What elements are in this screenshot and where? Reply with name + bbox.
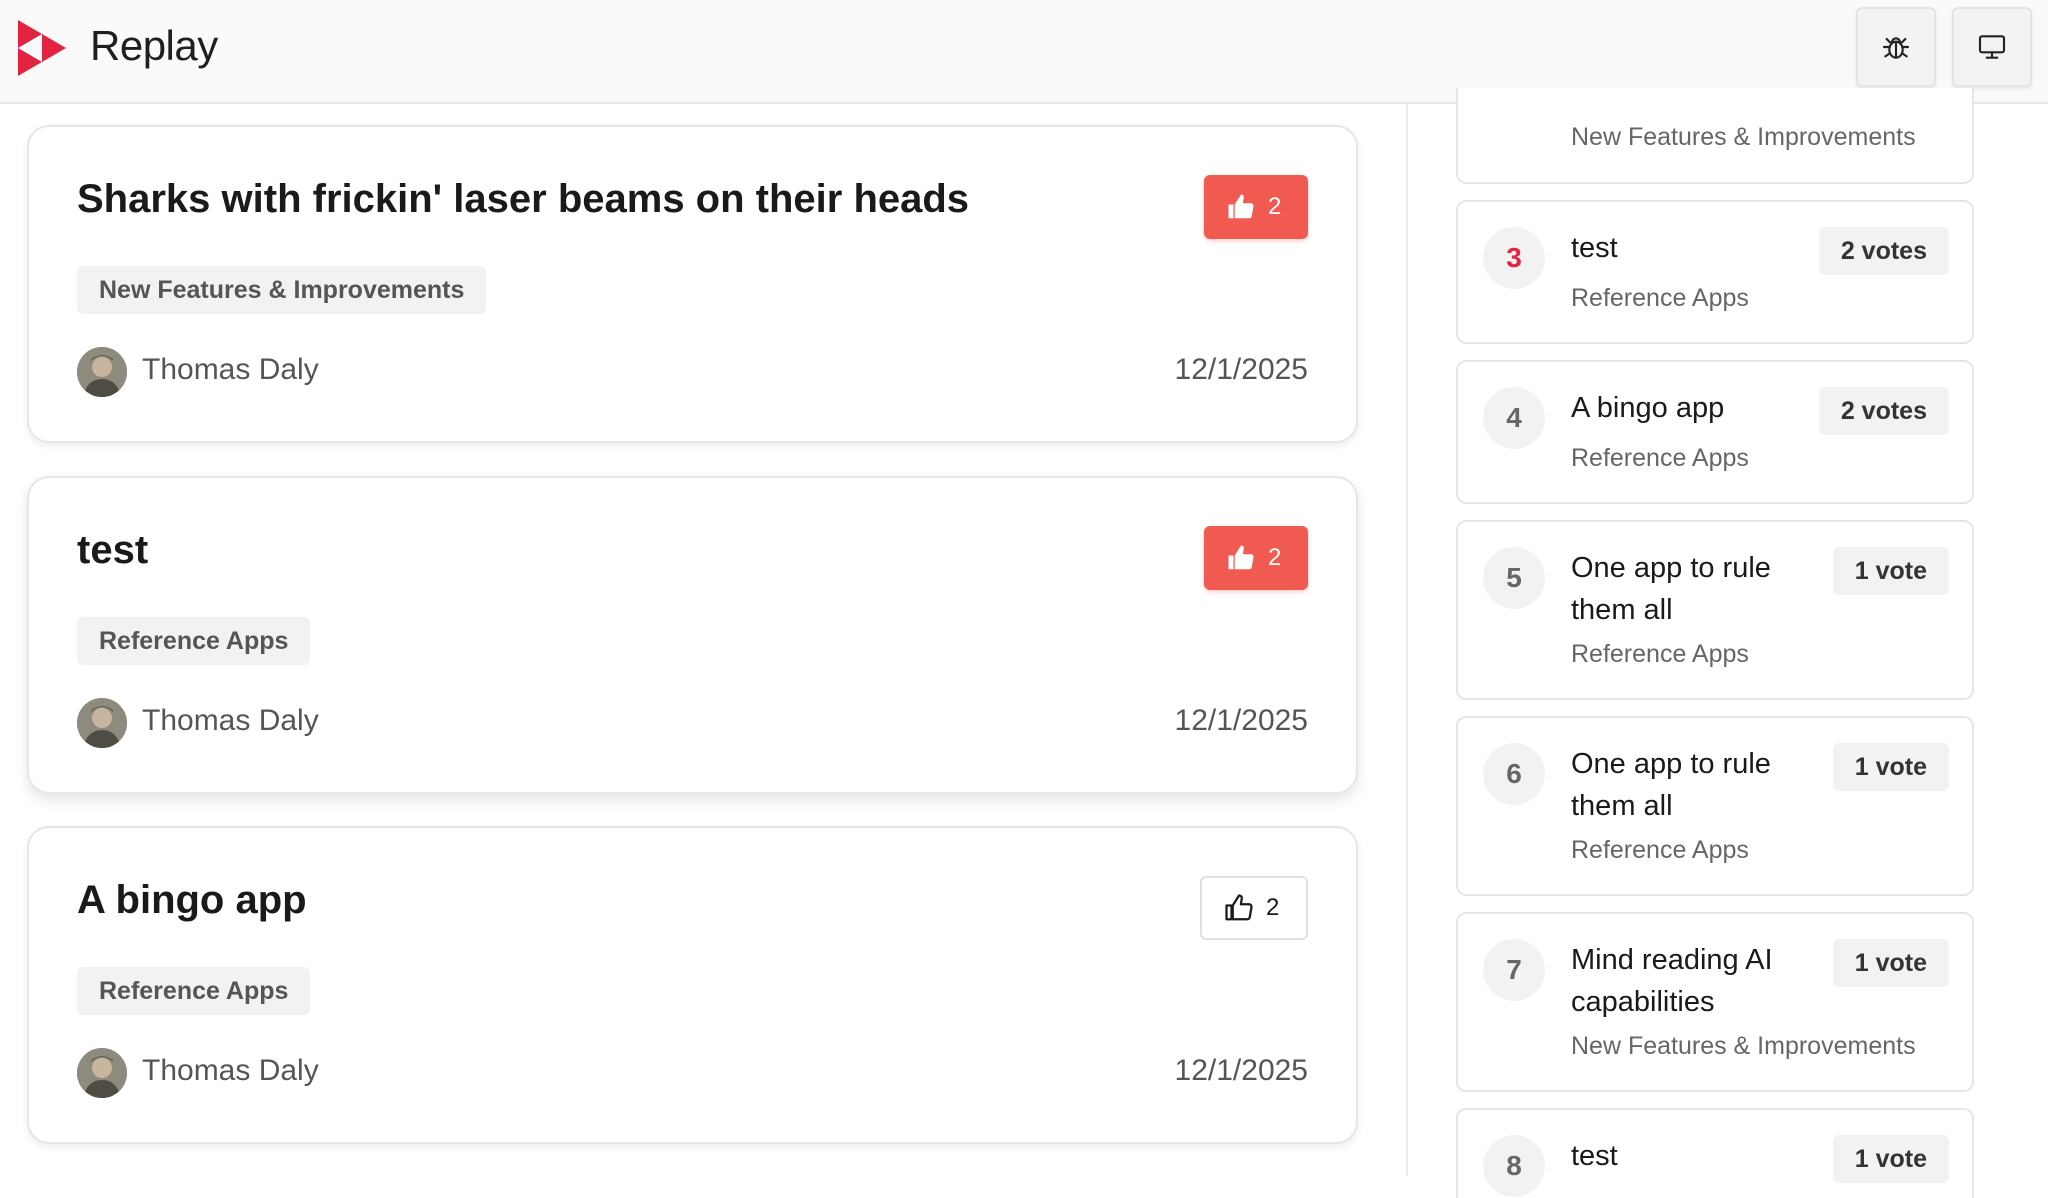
category-tag: New Features & Improvements: [77, 266, 487, 314]
author-name: Thomas Daly: [142, 1054, 319, 1087]
leaderboard-item-title[interactable]: test: [1571, 227, 1831, 269]
upvote-button[interactable]: 2: [1200, 876, 1308, 940]
vote-count-badge: 1 vote: [1832, 939, 1949, 987]
leaderboard-item-category: New Features & Improvements: [1571, 1032, 1916, 1060]
leaderboard-item-title[interactable]: One app to rule them all: [1571, 547, 1831, 631]
vote-count: 2: [1268, 544, 1282, 571]
preview-screen-button[interactable]: [1952, 7, 2032, 87]
leaderboard-item[interactable]: 8 test 1 vote: [1456, 1108, 1974, 1198]
post-date: 12/1/2025: [1174, 704, 1308, 737]
leaderboard-item[interactable]: 6 One app to rule them all Reference App…: [1456, 716, 1974, 896]
author-name: Thomas Daly: [142, 353, 319, 386]
thumbs-up-icon: [1225, 894, 1253, 921]
column-divider: [1406, 104, 1408, 1176]
vote-count-badge: 1 vote: [1832, 743, 1949, 791]
monitor-icon: [1978, 35, 2006, 59]
post-date: 12/1/2025: [1174, 1054, 1308, 1087]
upvote-button[interactable]: 2: [1204, 526, 1308, 590]
leaderboard-item[interactable]: 7 Mind reading AI capabilities New Featu…: [1456, 912, 1974, 1092]
rank-number: 3: [1483, 227, 1545, 289]
rank-number: 4: [1483, 387, 1545, 449]
post-card[interactable]: test 2 Reference Apps Thomas Daly 12/1/2…: [27, 476, 1358, 794]
post-card[interactable]: A bingo app 2 Reference Apps Thomas Daly…: [27, 826, 1358, 1144]
leaderboard-item-category: Reference Apps: [1571, 836, 1749, 864]
leaderboard-item[interactable]: New Features & Improvements: [1456, 88, 1974, 184]
post-title[interactable]: Sharks with frickin' laser beams on thei…: [77, 177, 969, 222]
leaderboard-item-title[interactable]: A bingo app: [1571, 387, 1831, 429]
vote-count: 2: [1266, 894, 1280, 921]
post-title[interactable]: A bingo app: [77, 878, 307, 923]
leaderboard-item-category: Reference Apps: [1571, 640, 1749, 668]
category-tag: Reference Apps: [77, 617, 311, 665]
leaderboard-item-title[interactable]: Mind reading AI capabilities: [1571, 939, 1831, 1023]
thumbs-up-icon: [1228, 194, 1254, 219]
vote-count-badge: 2 votes: [1818, 227, 1949, 275]
post-date: 12/1/2025: [1174, 353, 1308, 386]
author-avatar: [77, 698, 127, 748]
vote-count-badge: 1 vote: [1832, 547, 1949, 595]
leaderboard-item-category: New Features & Improvements: [1571, 123, 1916, 151]
leaderboard-item[interactable]: 4 A bingo app Reference Apps 2 votes: [1456, 360, 1974, 504]
vote-count-badge: 2 votes: [1818, 387, 1949, 435]
author-avatar: [77, 347, 127, 397]
leaderboard-item-title[interactable]: test: [1571, 1135, 1831, 1177]
leaderboard-item-title[interactable]: One app to rule them all: [1571, 743, 1831, 827]
author-name: Thomas Daly: [142, 704, 319, 737]
leaderboard-item[interactable]: 5 One app to rule them all Reference App…: [1456, 520, 1974, 700]
post-card[interactable]: Sharks with frickin' laser beams on thei…: [27, 125, 1358, 443]
author-avatar: [77, 1048, 127, 1098]
leaderboard-item[interactable]: 3 test Reference Apps 2 votes: [1456, 200, 1974, 344]
rank-number: 6: [1483, 743, 1545, 805]
app-name[interactable]: Replay: [90, 22, 218, 70]
leaderboard-item-category: Reference Apps: [1571, 284, 1749, 312]
thumbs-up-icon: [1228, 545, 1254, 570]
category-tag: Reference Apps: [77, 967, 311, 1015]
post-title[interactable]: test: [77, 528, 148, 573]
rank-number: 5: [1483, 547, 1545, 609]
rank-number: 7: [1483, 939, 1545, 1001]
leaderboard-item-category: Reference Apps: [1571, 444, 1749, 472]
upvote-button[interactable]: 2: [1204, 175, 1308, 239]
bug-report-button[interactable]: [1856, 7, 1936, 87]
replay-logo-icon[interactable]: [16, 20, 68, 76]
vote-count: 2: [1268, 193, 1282, 220]
rank-number: 8: [1483, 1135, 1545, 1197]
bug-icon: [1882, 37, 1910, 59]
